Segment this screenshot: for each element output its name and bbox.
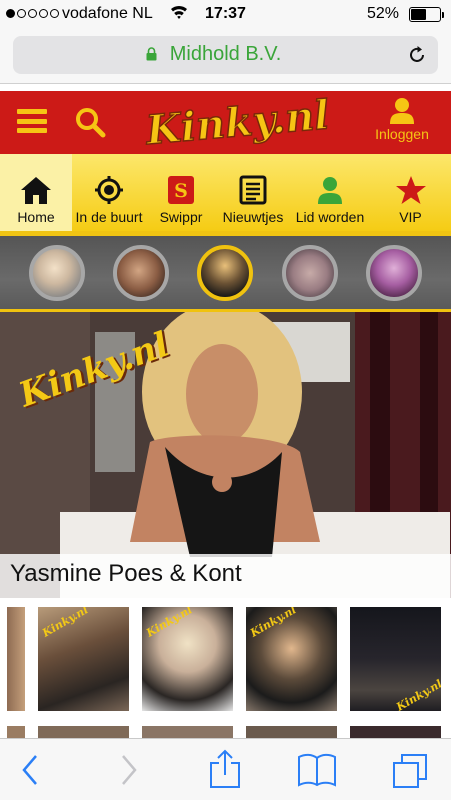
swippr-icon: S xyxy=(168,176,194,204)
hamburger-menu-icon[interactable] xyxy=(17,109,47,133)
site-logo[interactable]: Kinky.nl xyxy=(140,94,340,152)
tabs-icon[interactable] xyxy=(392,753,428,789)
main-nav: Home In de buurt S Swippr Nieuwtjes Lid … xyxy=(0,154,451,236)
photo-thumbnail[interactable]: Kinky.nl xyxy=(246,607,337,711)
nav-item-swippr[interactable]: S Swippr xyxy=(146,154,216,231)
photo-thumbnail[interactable] xyxy=(7,607,25,711)
profile-avatar[interactable] xyxy=(366,245,422,301)
address-text: Midhold B.V. xyxy=(169,43,282,65)
profile-carousel xyxy=(0,236,451,309)
thumbnail-watermark: Kinky.nl xyxy=(144,607,195,640)
photo-thumbnail[interactable] xyxy=(246,726,337,738)
home-icon xyxy=(21,177,51,204)
browser-address-area: Midhold B.V. xyxy=(0,28,451,84)
svg-text:S: S xyxy=(174,180,188,202)
nav-item-home[interactable]: Home xyxy=(0,154,72,231)
back-icon[interactable] xyxy=(20,753,42,787)
nav-item-register[interactable]: Lid worden xyxy=(290,154,370,231)
user-icon xyxy=(318,177,342,204)
profile-avatar[interactable] xyxy=(113,245,169,301)
nav-item-nearby[interactable]: In de buurt xyxy=(72,154,146,231)
photo-thumbnail[interactable]: Kinky.nl xyxy=(38,607,129,711)
search-icon[interactable] xyxy=(74,106,106,138)
forward-icon[interactable] xyxy=(118,753,140,787)
thumbnail-watermark: Kinky.nl xyxy=(40,607,91,640)
share-icon[interactable] xyxy=(208,749,242,789)
star-icon xyxy=(395,176,426,204)
site-header: Kinky.nl Inloggen xyxy=(0,91,451,154)
photo-thumbnail[interactable]: Kinky.nl xyxy=(142,607,233,711)
profile-avatar[interactable] xyxy=(282,245,338,301)
nav-label: Lid worden xyxy=(295,209,365,225)
news-icon xyxy=(239,175,267,205)
svg-text:Kinky.nl: Kinky.nl xyxy=(143,94,331,152)
profile-avatar[interactable] xyxy=(29,245,85,301)
photo-thumbnail[interactable] xyxy=(7,726,25,738)
reload-icon[interactable] xyxy=(406,44,428,66)
nav-label: Home xyxy=(17,209,55,225)
battery-icon xyxy=(409,7,444,22)
photo-grid-row-2 xyxy=(0,726,451,738)
thumbnail-watermark: Kinky.nl xyxy=(394,677,441,711)
photo-thumbnail[interactable]: Kinky.nl xyxy=(350,607,441,711)
login-button[interactable]: Inloggen xyxy=(360,97,444,142)
address-bar[interactable]: Midhold B.V. xyxy=(13,36,438,74)
featured-caption: Yasmine Poes & Kont xyxy=(0,554,451,598)
photo-thumbnail[interactable] xyxy=(142,726,233,738)
nav-item-vip[interactable]: VIP xyxy=(370,154,451,231)
location-icon xyxy=(95,176,123,204)
browser-toolbar xyxy=(0,738,451,800)
photo-thumbnail[interactable] xyxy=(350,726,441,738)
nav-item-news[interactable]: Nieuwtjes xyxy=(216,154,290,231)
battery-percent: 52% xyxy=(366,5,399,22)
profile-avatar-selected[interactable] xyxy=(197,245,253,301)
bookmarks-icon[interactable] xyxy=(297,753,337,787)
nav-label: In de buurt xyxy=(75,209,143,225)
nav-label: Swippr xyxy=(159,209,203,225)
nav-label: VIP xyxy=(399,209,422,225)
login-label: Inloggen xyxy=(375,126,429,142)
user-icon xyxy=(390,98,414,124)
nav-label: Nieuwtjes xyxy=(222,209,284,225)
thumbnail-watermark: Kinky.nl xyxy=(248,607,299,640)
photo-grid: Kinky.nl Kinky.nl Kinky.nl Kinky.nl xyxy=(0,607,451,712)
status-bar: vodafone NL 17:37 52% xyxy=(0,0,451,28)
photo-thumbnail[interactable] xyxy=(38,726,129,738)
featured-profile[interactable]: Kinky.nl Yasmine Poes & Kont xyxy=(0,309,451,598)
